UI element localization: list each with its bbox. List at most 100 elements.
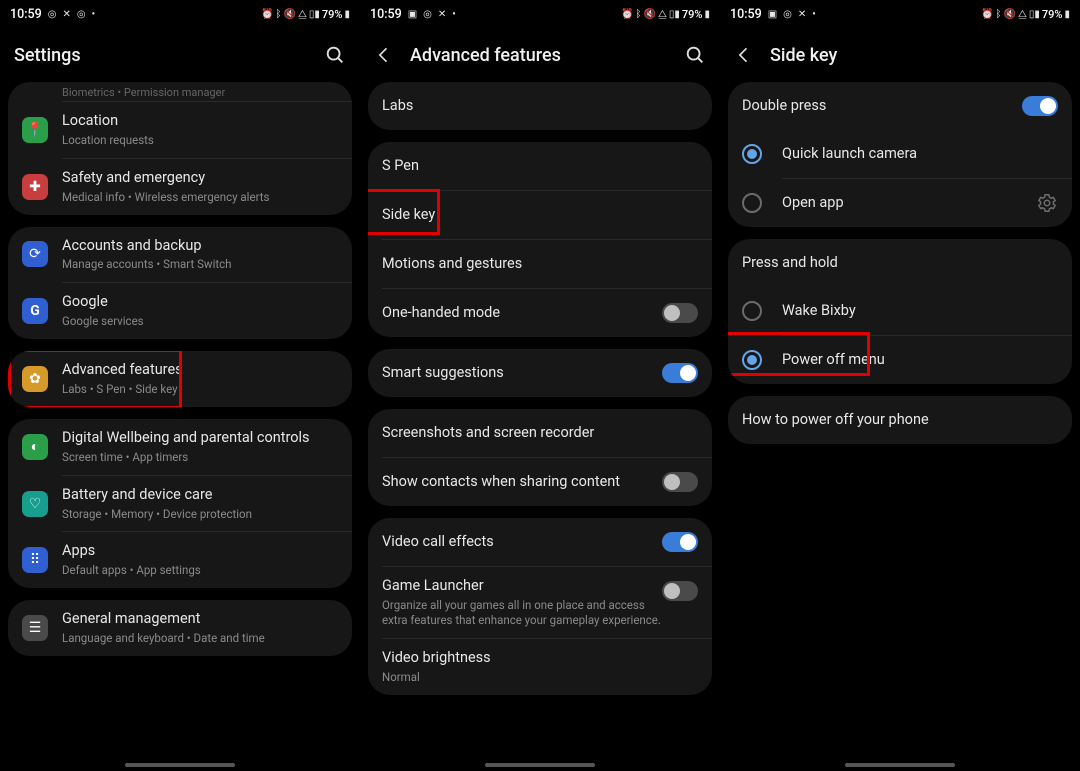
compass-icon: ✕ <box>438 9 446 20</box>
page-title: Settings <box>14 45 308 66</box>
row-screenshots[interactable]: Screenshots and screen recorder <box>368 409 712 457</box>
wellbeing-icon: ◐ <box>22 434 48 460</box>
back-icon[interactable] <box>374 45 394 65</box>
row-battery[interactable]: ♡ Battery and device care Storage • Memo… <box>8 476 352 532</box>
location-icon: 📍 <box>22 117 48 143</box>
row-location[interactable]: 📍 Location Location requests <box>8 102 352 158</box>
google-icon: G <box>22 298 48 324</box>
mute-icon: 🔇 <box>283 9 295 20</box>
search-icon[interactable] <box>324 44 346 66</box>
wifi-icon: ⧋ <box>298 9 307 20</box>
header: Settings <box>0 28 360 82</box>
toggle-one-handed[interactable] <box>662 303 698 323</box>
row-show-contacts[interactable]: Show contacts when sharing content <box>368 458 712 506</box>
radio-icon[interactable] <box>742 301 762 321</box>
toggle-video-call[interactable] <box>662 532 698 552</box>
row-side-key[interactable]: Side key <box>368 191 712 239</box>
row-accounts[interactable]: ⟳ Accounts and backup Manage accounts • … <box>8 227 352 283</box>
battery-percent: 79% <box>1042 8 1063 21</box>
toggle-show-contacts[interactable] <box>662 472 698 492</box>
truncated-row: Biometrics • Permission manager <box>8 86 352 101</box>
radio-icon[interactable] <box>742 144 762 164</box>
header: Side key <box>720 28 1080 82</box>
bluetooth-icon: ᛒ <box>635 9 641 20</box>
row-sub: Google services <box>62 314 338 329</box>
row-sub: Labs • S Pen • Side key <box>62 382 338 397</box>
row-title: Google <box>62 293 338 312</box>
radio-wake-bixby[interactable]: Wake Bixby <box>728 287 1072 335</box>
card-labs: Labs <box>368 82 712 130</box>
radio-label: Wake Bixby <box>782 302 1058 321</box>
radio-label: Open app <box>782 194 1036 213</box>
row-title: Game Launcher <box>382 577 662 596</box>
row-wellbeing[interactable]: ◐ Digital Wellbeing and parental control… <box>8 419 352 475</box>
row-smart-suggestions[interactable]: Smart suggestions <box>368 349 712 397</box>
row-double-press[interactable]: Double press <box>728 82 1072 130</box>
advanced-icon: ✿ <box>22 366 48 392</box>
status-bar: 10:59 ▣ ◎ ✕ • ⏰ ᛒ 🔇 ⧋ ▯▮ 79% ▮ <box>360 0 720 28</box>
mute-icon: 🔇 <box>643 9 655 20</box>
row-apps[interactable]: ⠿ Apps Default apps • App settings <box>8 532 352 588</box>
radio-quick-launch-camera[interactable]: Quick launch camera <box>728 130 1072 178</box>
instagram-icon: ◎ <box>423 9 432 20</box>
alarm-icon: ⏰ <box>621 9 633 20</box>
dot-icon: • <box>92 9 96 20</box>
row-labs[interactable]: Labs <box>368 82 712 130</box>
row-title: Smart suggestions <box>382 364 662 383</box>
row-google[interactable]: G Google Google services <box>8 283 352 339</box>
toggle-smart-suggestions[interactable] <box>662 363 698 383</box>
clock: 10:59 <box>10 7 42 22</box>
row-one-handed[interactable]: One-handed mode <box>368 289 712 337</box>
battery-icon: ▮ <box>704 9 710 20</box>
gallery-icon: ▣ <box>768 9 777 20</box>
row-video-call[interactable]: Video call effects <box>368 518 712 566</box>
instagram-icon: ◎ <box>783 9 792 20</box>
row-title: Video call effects <box>382 533 662 552</box>
row-press-hold: Press and hold <box>728 239 1072 287</box>
radio-label: Quick launch camera <box>782 145 1058 164</box>
compass-icon: ✕ <box>798 9 806 20</box>
nav-handle[interactable] <box>485 763 595 767</box>
status-bar: 10:59 ◎ ✕ ◎ • ⏰ ᛒ 🔇 ⧋ ▯▮ 79% ▮ <box>0 0 360 28</box>
alarm-icon: ⏰ <box>261 9 273 20</box>
signal-icon: ▯▮ <box>669 9 680 20</box>
gear-icon[interactable] <box>1036 192 1058 214</box>
row-title: Advanced features <box>62 361 338 380</box>
search-icon[interactable] <box>684 44 706 66</box>
toggle-game-launcher[interactable] <box>662 581 698 601</box>
signal-icon: ▯▮ <box>309 9 320 20</box>
alarm-icon: ⏰ <box>981 9 993 20</box>
card-screenshots: Screenshots and screen recorder Show con… <box>368 409 712 506</box>
nav-handle[interactable] <box>845 763 955 767</box>
row-game-launcher[interactable]: Game Launcher Organize all your games al… <box>368 567 712 638</box>
row-title: Labs <box>382 97 698 116</box>
row-advanced-features[interactable]: ✿ Advanced features Labs • S Pen • Side … <box>8 351 352 407</box>
battery-icon: ▮ <box>1064 9 1070 20</box>
radio-open-app[interactable]: Open app <box>728 179 1072 227</box>
nav-handle[interactable] <box>125 763 235 767</box>
back-icon[interactable] <box>734 45 754 65</box>
row-how-to-power-off[interactable]: How to power off your phone <box>728 396 1072 444</box>
row-title: Show contacts when sharing content <box>382 473 662 492</box>
card-video: Video call effects Game Launcher Organiz… <box>368 518 712 695</box>
radio-icon[interactable] <box>742 350 762 370</box>
row-title: Battery and device care <box>62 486 338 505</box>
row-sub: Location requests <box>62 133 338 148</box>
row-title: S Pen <box>382 157 698 176</box>
instagram-icon: ◎ <box>48 9 57 20</box>
row-motions[interactable]: Motions and gestures <box>368 240 712 288</box>
row-video-brightness[interactable]: Video brightness Normal <box>368 639 712 695</box>
card-location-safety: Biometrics • Permission manager 📍 Locati… <box>8 82 352 215</box>
row-general-management[interactable]: ☰ General management Language and keyboa… <box>8 600 352 656</box>
row-spen[interactable]: S Pen <box>368 142 712 190</box>
safety-icon: ✚ <box>22 174 48 200</box>
clock: 10:59 <box>370 7 402 22</box>
screen-advanced-features: 10:59 ▣ ◎ ✕ • ⏰ ᛒ 🔇 ⧋ ▯▮ 79% ▮ Advanced … <box>360 0 720 771</box>
battery-percent: 79% <box>322 8 343 21</box>
toggle-double-press[interactable] <box>1022 96 1058 116</box>
row-title: Digital Wellbeing and parental controls <box>62 429 338 448</box>
radio-icon[interactable] <box>742 193 762 213</box>
radio-power-off-menu[interactable]: Power off menu <box>728 336 1072 384</box>
status-bar: 10:59 ▣ ◎ ✕ • ⏰ ᛒ 🔇 ⧋ ▯▮ 79% ▮ <box>720 0 1080 28</box>
row-safety[interactable]: ✚ Safety and emergency Medical info • Wi… <box>8 159 352 215</box>
